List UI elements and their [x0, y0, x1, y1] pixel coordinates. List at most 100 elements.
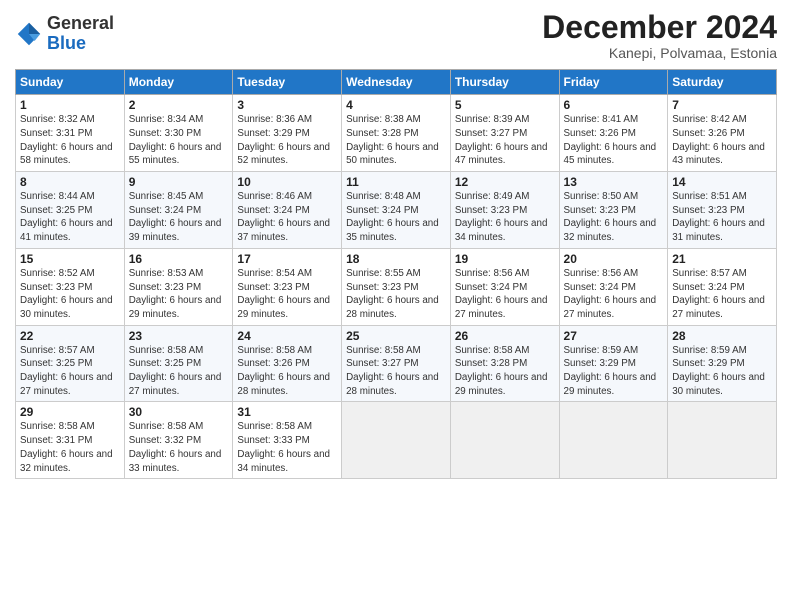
- day-info: Sunrise: 8:32 AM Sunset: 3:31 PM Dayligh…: [20, 113, 120, 168]
- day-header-thursday: Thursday: [450, 70, 559, 95]
- day-number: 29: [20, 405, 120, 419]
- calendar-cell: [668, 402, 777, 479]
- day-number: 12: [455, 175, 555, 189]
- calendar-cell: 25Sunrise: 8:58 AM Sunset: 3:27 PM Dayli…: [342, 325, 451, 402]
- day-number: 16: [129, 252, 229, 266]
- day-number: 6: [564, 98, 664, 112]
- day-number: 26: [455, 329, 555, 343]
- calendar-week-1: 1Sunrise: 8:32 AM Sunset: 3:31 PM Daylig…: [16, 95, 777, 172]
- header: General Blue December 2024 Kanepi, Polva…: [15, 10, 777, 61]
- day-info: Sunrise: 8:58 AM Sunset: 3:31 PM Dayligh…: [20, 420, 120, 475]
- day-number: 31: [237, 405, 337, 419]
- day-info: Sunrise: 8:50 AM Sunset: 3:23 PM Dayligh…: [564, 190, 664, 245]
- calendar-cell: 11Sunrise: 8:48 AM Sunset: 3:24 PM Dayli…: [342, 172, 451, 249]
- calendar-cell: 7Sunrise: 8:42 AM Sunset: 3:26 PM Daylig…: [668, 95, 777, 172]
- day-number: 22: [20, 329, 120, 343]
- calendar-cell: 22Sunrise: 8:57 AM Sunset: 3:25 PM Dayli…: [16, 325, 125, 402]
- calendar-cell: 27Sunrise: 8:59 AM Sunset: 3:29 PM Dayli…: [559, 325, 668, 402]
- day-number: 27: [564, 329, 664, 343]
- calendar-cell: 29Sunrise: 8:58 AM Sunset: 3:31 PM Dayli…: [16, 402, 125, 479]
- day-info: Sunrise: 8:46 AM Sunset: 3:24 PM Dayligh…: [237, 190, 337, 245]
- day-info: Sunrise: 8:45 AM Sunset: 3:24 PM Dayligh…: [129, 190, 229, 245]
- day-number: 3: [237, 98, 337, 112]
- day-number: 20: [564, 252, 664, 266]
- day-info: Sunrise: 8:58 AM Sunset: 3:33 PM Dayligh…: [237, 420, 337, 475]
- calendar-cell: 6Sunrise: 8:41 AM Sunset: 3:26 PM Daylig…: [559, 95, 668, 172]
- logo-text: General Blue: [47, 14, 114, 54]
- calendar-cell: 23Sunrise: 8:58 AM Sunset: 3:25 PM Dayli…: [124, 325, 233, 402]
- day-info: Sunrise: 8:53 AM Sunset: 3:23 PM Dayligh…: [129, 267, 229, 322]
- day-info: Sunrise: 8:36 AM Sunset: 3:29 PM Dayligh…: [237, 113, 337, 168]
- day-info: Sunrise: 8:34 AM Sunset: 3:30 PM Dayligh…: [129, 113, 229, 168]
- day-header-saturday: Saturday: [668, 70, 777, 95]
- day-header-friday: Friday: [559, 70, 668, 95]
- day-number: 11: [346, 175, 446, 189]
- day-header-sunday: Sunday: [16, 70, 125, 95]
- day-number: 4: [346, 98, 446, 112]
- calendar-cell: 2Sunrise: 8:34 AM Sunset: 3:30 PM Daylig…: [124, 95, 233, 172]
- logo-general: General: [47, 14, 114, 34]
- day-info: Sunrise: 8:57 AM Sunset: 3:24 PM Dayligh…: [672, 267, 772, 322]
- calendar-cell: 31Sunrise: 8:58 AM Sunset: 3:33 PM Dayli…: [233, 402, 342, 479]
- day-info: Sunrise: 8:58 AM Sunset: 3:26 PM Dayligh…: [237, 344, 337, 399]
- day-info: Sunrise: 8:42 AM Sunset: 3:26 PM Dayligh…: [672, 113, 772, 168]
- day-number: 23: [129, 329, 229, 343]
- calendar-week-2: 8Sunrise: 8:44 AM Sunset: 3:25 PM Daylig…: [16, 172, 777, 249]
- day-info: Sunrise: 8:56 AM Sunset: 3:24 PM Dayligh…: [455, 267, 555, 322]
- day-info: Sunrise: 8:41 AM Sunset: 3:26 PM Dayligh…: [564, 113, 664, 168]
- calendar-cell: 9Sunrise: 8:45 AM Sunset: 3:24 PM Daylig…: [124, 172, 233, 249]
- calendar-cell: 4Sunrise: 8:38 AM Sunset: 3:28 PM Daylig…: [342, 95, 451, 172]
- day-info: Sunrise: 8:58 AM Sunset: 3:25 PM Dayligh…: [129, 344, 229, 399]
- day-info: Sunrise: 8:38 AM Sunset: 3:28 PM Dayligh…: [346, 113, 446, 168]
- day-number: 1: [20, 98, 120, 112]
- day-info: Sunrise: 8:39 AM Sunset: 3:27 PM Dayligh…: [455, 113, 555, 168]
- day-number: 19: [455, 252, 555, 266]
- logo-icon: [15, 20, 43, 48]
- day-info: Sunrise: 8:44 AM Sunset: 3:25 PM Dayligh…: [20, 190, 120, 245]
- day-info: Sunrise: 8:59 AM Sunset: 3:29 PM Dayligh…: [672, 344, 772, 399]
- calendar-cell: 12Sunrise: 8:49 AM Sunset: 3:23 PM Dayli…: [450, 172, 559, 249]
- logo: General Blue: [15, 14, 114, 54]
- title-section: December 2024 Kanepi, Polvamaa, Estonia: [542, 10, 777, 61]
- calendar-cell: 13Sunrise: 8:50 AM Sunset: 3:23 PM Dayli…: [559, 172, 668, 249]
- calendar-cell: 20Sunrise: 8:56 AM Sunset: 3:24 PM Dayli…: [559, 248, 668, 325]
- day-info: Sunrise: 8:58 AM Sunset: 3:32 PM Dayligh…: [129, 420, 229, 475]
- day-info: Sunrise: 8:55 AM Sunset: 3:23 PM Dayligh…: [346, 267, 446, 322]
- calendar-cell: [450, 402, 559, 479]
- day-header-wednesday: Wednesday: [342, 70, 451, 95]
- day-header-tuesday: Tuesday: [233, 70, 342, 95]
- day-info: Sunrise: 8:49 AM Sunset: 3:23 PM Dayligh…: [455, 190, 555, 245]
- calendar-cell: 26Sunrise: 8:58 AM Sunset: 3:28 PM Dayli…: [450, 325, 559, 402]
- calendar-cell: 14Sunrise: 8:51 AM Sunset: 3:23 PM Dayli…: [668, 172, 777, 249]
- page: General Blue December 2024 Kanepi, Polva…: [0, 0, 792, 612]
- calendar-header-row: SundayMondayTuesdayWednesdayThursdayFrid…: [16, 70, 777, 95]
- day-number: 21: [672, 252, 772, 266]
- day-number: 18: [346, 252, 446, 266]
- day-number: 9: [129, 175, 229, 189]
- calendar-week-3: 15Sunrise: 8:52 AM Sunset: 3:23 PM Dayli…: [16, 248, 777, 325]
- day-info: Sunrise: 8:59 AM Sunset: 3:29 PM Dayligh…: [564, 344, 664, 399]
- day-number: 25: [346, 329, 446, 343]
- calendar-week-5: 29Sunrise: 8:58 AM Sunset: 3:31 PM Dayli…: [16, 402, 777, 479]
- day-info: Sunrise: 8:48 AM Sunset: 3:24 PM Dayligh…: [346, 190, 446, 245]
- day-number: 13: [564, 175, 664, 189]
- day-number: 28: [672, 329, 772, 343]
- month-title: December 2024: [542, 10, 777, 45]
- calendar-cell: 16Sunrise: 8:53 AM Sunset: 3:23 PM Dayli…: [124, 248, 233, 325]
- day-number: 7: [672, 98, 772, 112]
- day-number: 24: [237, 329, 337, 343]
- calendar-cell: 10Sunrise: 8:46 AM Sunset: 3:24 PM Dayli…: [233, 172, 342, 249]
- day-header-monday: Monday: [124, 70, 233, 95]
- day-number: 5: [455, 98, 555, 112]
- calendar-cell: 5Sunrise: 8:39 AM Sunset: 3:27 PM Daylig…: [450, 95, 559, 172]
- calendar-cell: 24Sunrise: 8:58 AM Sunset: 3:26 PM Dayli…: [233, 325, 342, 402]
- day-info: Sunrise: 8:56 AM Sunset: 3:24 PM Dayligh…: [564, 267, 664, 322]
- calendar-cell: 3Sunrise: 8:36 AM Sunset: 3:29 PM Daylig…: [233, 95, 342, 172]
- calendar-cell: 18Sunrise: 8:55 AM Sunset: 3:23 PM Dayli…: [342, 248, 451, 325]
- day-info: Sunrise: 8:58 AM Sunset: 3:28 PM Dayligh…: [455, 344, 555, 399]
- day-info: Sunrise: 8:54 AM Sunset: 3:23 PM Dayligh…: [237, 267, 337, 322]
- day-number: 15: [20, 252, 120, 266]
- day-number: 30: [129, 405, 229, 419]
- calendar-cell: [342, 402, 451, 479]
- calendar-cell: 15Sunrise: 8:52 AM Sunset: 3:23 PM Dayli…: [16, 248, 125, 325]
